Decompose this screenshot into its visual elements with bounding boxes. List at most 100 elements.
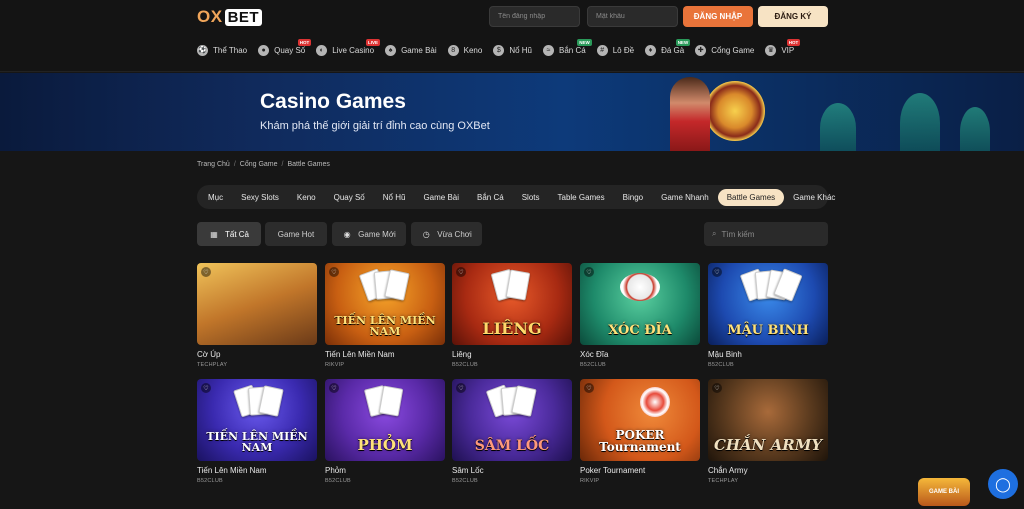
game-art-title: SÂM LỐC <box>474 438 550 454</box>
game-provider: B52CLUB <box>580 362 606 368</box>
logo-bet-text: BET <box>224 8 263 26</box>
tab-sexy-slots[interactable]: Sexy Slots <box>232 189 288 206</box>
favorite-heart-icon[interactable]: ♡ <box>712 383 722 393</box>
favorite-heart-icon[interactable]: ♡ <box>712 267 722 277</box>
coral-decoration <box>820 103 856 151</box>
filter-new-button[interactable]: ◉ Game Mới <box>332 222 406 246</box>
game-art-title: MẬU BINH <box>727 323 809 338</box>
breadcrumb-section[interactable]: Cổng Game <box>240 161 278 168</box>
game-card-phom[interactable]: ♡ PHỎM Phỏm B52CLUB <box>325 379 445 484</box>
game-thumbnail[interactable]: ♡ XÓC ĐĨA <box>580 263 700 345</box>
roulette-wheel-image <box>705 81 765 141</box>
game-provider: B52CLUB <box>452 478 478 484</box>
nav-item-ban-ca[interactable]: ≈ Bắn Cá NEW <box>543 38 592 56</box>
playing-cards-image <box>355 384 415 427</box>
nav-item-vip[interactable]: ♛ VIP HOT <box>765 38 801 56</box>
game-name: Sâm Lốc <box>452 466 484 475</box>
tab-quay-so[interactable]: Quay Số <box>325 189 374 206</box>
game-card-tien-len-mien-nam-b52[interactable]: ♡ TIẾN LÊN MIỀN NAM Tiến Lên Miền Nam B5… <box>197 379 317 484</box>
search-input[interactable] <box>721 229 812 239</box>
game-thumbnail[interactable]: ♡ <box>197 263 317 345</box>
game-thumbnail[interactable]: ♡ MẬU BINH <box>708 263 828 345</box>
crown-icon: ♛ <box>765 44 777 56</box>
game-name: Mậu Binh <box>708 350 742 359</box>
dish-image <box>620 273 660 301</box>
game-card-co-up[interactable]: ♡ Cờ Úp TECHPLAY <box>197 263 317 368</box>
promo-label: GAME BÀI <box>929 489 959 495</box>
game-provider: TECHPLAY <box>197 362 228 368</box>
game-thumbnail[interactable]: ♡ SÂM LỐC <box>452 379 572 461</box>
nav-item-keno[interactable]: 8 Keno <box>447 44 483 56</box>
filter-all-button[interactable]: ▦ Tất Cả <box>197 222 261 246</box>
logo-ox-text: OX <box>197 7 223 26</box>
nav-label: Bắn Cá <box>559 45 586 55</box>
game-name: Phỏm <box>325 466 346 475</box>
game-thumbnail[interactable]: ♡ LIÊNG <box>452 263 572 345</box>
filter-hot-button[interactable]: Game Hot <box>265 222 327 246</box>
game-provider: RIKVIP <box>580 478 600 484</box>
tab-table-games[interactable]: Table Games <box>549 189 614 206</box>
filter-recent-button[interactable]: ◷ Vừa Chơi <box>411 222 482 246</box>
game-card-chan-army[interactable]: ♡ CHẮN ARMY Chắn Army TECHPLAY <box>708 379 828 484</box>
username-field[interactable] <box>489 6 580 27</box>
favorite-heart-icon[interactable]: ♡ <box>201 383 211 393</box>
nav-item-live-casino[interactable]: ◐ Live Casino LIVE <box>316 38 381 56</box>
favorite-heart-icon[interactable]: ♡ <box>584 383 594 393</box>
tab-keno[interactable]: Keno <box>288 189 325 206</box>
nav-label: Game Bài <box>401 45 437 55</box>
new-icon: ◉ <box>343 229 351 239</box>
favorite-heart-icon[interactable]: ♡ <box>456 267 466 277</box>
live-badge: LIVE <box>366 38 381 46</box>
favorite-heart-icon[interactable]: ♡ <box>456 383 466 393</box>
tab-ban-ca[interactable]: Bắn Cá <box>468 189 513 206</box>
register-button[interactable]: ĐĂNG KÝ <box>758 6 828 27</box>
nav-item-da-ga[interactable]: ♦ Đá Gà NEW <box>645 38 691 56</box>
nav-item-lo-de[interactable]: # Lô Đề <box>596 44 634 56</box>
nav-item-no-hu[interactable]: $ Nổ Hũ <box>493 44 532 56</box>
tab-game-nhanh[interactable]: Game Nhanh <box>652 189 718 206</box>
search-icon: ⌕ <box>712 229 717 238</box>
tab-game-bai[interactable]: Game Bài <box>414 189 468 206</box>
game-card-lieng[interactable]: ♡ LIÊNG Liêng B52CLUB <box>452 263 572 368</box>
game-card-tien-len-mien-nam[interactable]: ♡ TIẾN LÊN MIỀN NAM Tiến Lên Miền Nam RI… <box>325 263 445 368</box>
nav-item-cong-game[interactable]: ✚ Cổng Game <box>695 44 754 56</box>
nav-label: Keno <box>463 45 483 55</box>
game-name: Tiến Lên Miền Nam <box>325 350 395 359</box>
game-thumbnail[interactable]: ♡ CHẮN ARMY <box>708 379 828 461</box>
favorite-heart-icon[interactable]: ♡ <box>201 267 211 277</box>
game-thumbnail[interactable]: ♡ POKER Tournament <box>580 379 700 461</box>
hot-badge: HOT <box>297 38 312 46</box>
playing-cards-image <box>355 268 415 311</box>
chat-button[interactable]: ◯ <box>988 469 1018 499</box>
tab-slots[interactable]: Slots <box>513 189 549 206</box>
nav-item-quay-so[interactable]: ● Quay Số HOT <box>258 38 312 56</box>
breadcrumb-current: Battle Games <box>287 161 330 168</box>
coral-decoration <box>900 93 940 151</box>
tab-no-hu[interactable]: Nổ Hũ <box>374 189 415 206</box>
tab-battle-games[interactable]: Battle Games <box>717 188 785 206</box>
oxbet-logo[interactable]: OX BET <box>197 7 263 27</box>
tab-game-khac[interactable]: Game Khác <box>784 189 844 206</box>
game-thumbnail[interactable]: ♡ TIẾN LÊN MIỀN NAM <box>325 263 445 345</box>
password-field[interactable] <box>587 6 678 27</box>
game-card-sam-loc[interactable]: ♡ SÂM LỐC Sâm Lốc B52CLUB <box>452 379 572 484</box>
favorite-heart-icon[interactable]: ♡ <box>584 267 594 277</box>
coral-decoration <box>960 107 990 151</box>
game-thumbnail[interactable]: ♡ TIẾN LÊN MIỀN NAM <box>197 379 317 461</box>
promo-widget[interactable]: GAME BÀI <box>918 478 970 506</box>
favorite-heart-icon[interactable]: ♡ <box>329 383 339 393</box>
game-provider: B52CLUB <box>452 362 478 368</box>
game-thumbnail[interactable]: ♡ PHỎM <box>325 379 445 461</box>
grid-icon: ▦ <box>210 229 218 239</box>
breadcrumb-home[interactable]: Trang Chủ <box>197 161 230 168</box>
nav-item-game-bai[interactable]: ♠ Game Bài <box>385 44 437 56</box>
nav-item-the-thao[interactable]: ⚽ Thể Thao <box>197 44 247 56</box>
tab-bingo[interactable]: Bingo <box>614 189 652 206</box>
breadcrumb-separator: / <box>281 161 284 168</box>
game-card-xoc-dia[interactable]: ♡ XÓC ĐĨA Xóc Đĩa B52CLUB <box>580 263 700 368</box>
favorite-heart-icon[interactable]: ♡ <box>329 267 339 277</box>
login-button[interactable]: ĐĂNG NHẬP <box>683 6 753 27</box>
game-card-poker-tournament[interactable]: ♡ POKER Tournament Poker Tournament RIKV… <box>580 379 700 484</box>
tab-muc[interactable]: Mục <box>199 189 232 206</box>
game-card-mau-binh[interactable]: ♡ MẬU BINH Mậu Binh B52CLUB <box>708 263 828 368</box>
